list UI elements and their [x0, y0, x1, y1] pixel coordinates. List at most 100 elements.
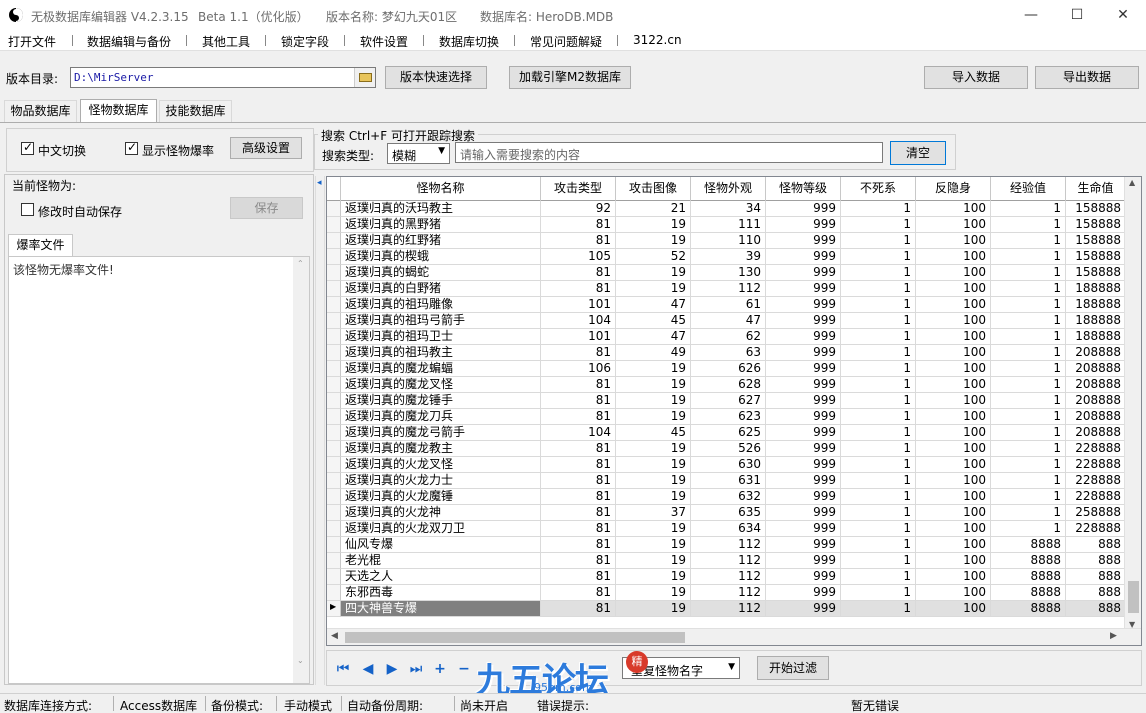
- table-row[interactable]: 返璞归真的黑野猪 81 19 111 999 1 100 1 158888: [327, 217, 1127, 233]
- row-header[interactable]: [327, 425, 341, 441]
- search-input[interactable]: 请输入需要搜索的内容: [455, 142, 883, 163]
- table-row[interactable]: 返璞归真的魔龙弓箭手 104 45 625 999 1 100 1 208888: [327, 425, 1127, 441]
- grid-cell[interactable]: 47: [691, 313, 766, 329]
- grid-cell[interactable]: 19: [616, 585, 691, 601]
- grid-cell[interactable]: 21: [616, 201, 691, 217]
- table-row[interactable]: 返璞归真的火龙神 81 37 635 999 1 100 1 258888: [327, 505, 1127, 521]
- grid-cell[interactable]: 19: [616, 409, 691, 425]
- row-header[interactable]: [327, 297, 341, 313]
- grid-cell[interactable]: 228888: [1066, 521, 1126, 537]
- grid-cell[interactable]: 19: [616, 473, 691, 489]
- grid-hscroll-thumb[interactable]: [345, 632, 685, 643]
- tab-drop-file[interactable]: 爆率文件: [8, 234, 73, 256]
- monster-name-cell[interactable]: 返璞归真的火龙力士: [341, 473, 541, 489]
- grid-cell[interactable]: 1: [991, 297, 1066, 313]
- grid-cell[interactable]: 888: [1066, 537, 1126, 553]
- grid-cell[interactable]: 19: [616, 265, 691, 281]
- table-row[interactable]: 天选之人 81 19 112 999 1 100 8888 888: [327, 569, 1127, 585]
- dir-input[interactable]: D:\MirServer: [70, 67, 376, 88]
- grid-cell[interactable]: 1: [841, 585, 916, 601]
- grid-cell[interactable]: 631: [691, 473, 766, 489]
- grid-cell[interactable]: 999: [766, 473, 841, 489]
- grid-cell[interactable]: 100: [916, 377, 991, 393]
- grid-cell[interactable]: 106: [541, 361, 616, 377]
- grid-cell[interactable]: 81: [541, 585, 616, 601]
- grid-cell[interactable]: 1: [841, 345, 916, 361]
- grid-cell[interactable]: 62: [691, 329, 766, 345]
- grid-cell[interactable]: 100: [916, 537, 991, 553]
- grid-cell[interactable]: 19: [616, 569, 691, 585]
- table-row[interactable]: 返璞归真的火龙力士 81 19 631 999 1 100 1 228888: [327, 473, 1127, 489]
- grid-cell[interactable]: 1: [991, 361, 1066, 377]
- grid-cell[interactable]: 1: [991, 281, 1066, 297]
- grid-cell[interactable]: 158888: [1066, 201, 1126, 217]
- first-record-icon[interactable]: ⏮: [336, 662, 350, 676]
- column-header[interactable]: 反隐身: [916, 177, 991, 201]
- table-row[interactable]: 返璞归真的火龙叉怪 81 19 630 999 1 100 1 228888: [327, 457, 1127, 473]
- monster-name-cell[interactable]: 返璞归真的魔龙叉怪: [341, 377, 541, 393]
- grid-cell[interactable]: 999: [766, 345, 841, 361]
- grid-cell[interactable]: 999: [766, 313, 841, 329]
- grid-cell[interactable]: 19: [616, 377, 691, 393]
- grid-cell[interactable]: 81: [541, 601, 616, 617]
- column-header[interactable]: 怪物名称: [341, 177, 541, 201]
- row-header[interactable]: [327, 217, 341, 233]
- grid-cell[interactable]: 81: [541, 217, 616, 233]
- panel-splitter[interactable]: ◂: [315, 176, 325, 685]
- grid-cell[interactable]: 999: [766, 233, 841, 249]
- table-row[interactable]: 返璞归真的魔龙蝙蝠 106 19 626 999 1 100 1 208888: [327, 361, 1127, 377]
- grid-cell[interactable]: 100: [916, 553, 991, 569]
- grid-cell[interactable]: 999: [766, 585, 841, 601]
- export-button[interactable]: 导出数据: [1035, 66, 1139, 89]
- menu-db-switch[interactable]: 数据库切换: [439, 33, 499, 50]
- add-record-icon[interactable]: +: [433, 662, 447, 676]
- grid-cell[interactable]: 112: [691, 601, 766, 617]
- row-header[interactable]: [327, 521, 341, 537]
- table-row[interactable]: 返璞归真的火龙魔锤 81 19 632 999 1 100 1 228888: [327, 489, 1127, 505]
- column-header[interactable]: 怪物等级: [766, 177, 841, 201]
- monster-name-cell[interactable]: 返璞归真的祖玛弓箭手: [341, 313, 541, 329]
- grid-cell[interactable]: 228888: [1066, 457, 1126, 473]
- grid-cell[interactable]: 100: [916, 393, 991, 409]
- menu-site-link[interactable]: 3122.cn: [633, 33, 682, 47]
- grid-cell[interactable]: 1: [841, 569, 916, 585]
- row-header[interactable]: [327, 473, 341, 489]
- tab-monsters[interactable]: 怪物数据库: [80, 99, 157, 123]
- grid-cell[interactable]: 49: [616, 345, 691, 361]
- grid-cell[interactable]: 228888: [1066, 489, 1126, 505]
- grid-cell[interactable]: 100: [916, 361, 991, 377]
- grid-cell[interactable]: 999: [766, 217, 841, 233]
- grid-cell[interactable]: 8888: [991, 537, 1066, 553]
- grid-cell[interactable]: 81: [541, 345, 616, 361]
- grid-cell[interactable]: 81: [541, 393, 616, 409]
- grid-cell[interactable]: 208888: [1066, 361, 1126, 377]
- table-row[interactable]: 返璞归真的白野猪 81 19 112 999 1 100 1 188888: [327, 281, 1127, 297]
- grid-cell[interactable]: 8888: [991, 585, 1066, 601]
- last-record-icon[interactable]: ⏭: [409, 662, 423, 676]
- column-header[interactable]: 攻击图像: [616, 177, 691, 201]
- grid-cell[interactable]: 999: [766, 393, 841, 409]
- row-header[interactable]: [327, 393, 341, 409]
- monster-name-cell[interactable]: 仙风专爆: [341, 537, 541, 553]
- grid-cell[interactable]: 999: [766, 281, 841, 297]
- grid-cell[interactable]: 1: [841, 409, 916, 425]
- grid-cell[interactable]: 158888: [1066, 217, 1126, 233]
- row-header[interactable]: ▶: [327, 601, 341, 617]
- grid-cell[interactable]: 258888: [1066, 505, 1126, 521]
- grid-cell[interactable]: 1: [841, 553, 916, 569]
- grid-cell[interactable]: 1: [991, 201, 1066, 217]
- grid-cell[interactable]: 888: [1066, 585, 1126, 601]
- grid-cell[interactable]: 100: [916, 521, 991, 537]
- table-row[interactable]: 返璞归真的祖玛教主 81 49 63 999 1 100 1 208888: [327, 345, 1127, 361]
- monster-name-cell[interactable]: 返璞归真的黑野猪: [341, 217, 541, 233]
- grid-cell[interactable]: 228888: [1066, 473, 1126, 489]
- grid-cell[interactable]: 999: [766, 441, 841, 457]
- grid-cell[interactable]: 61: [691, 297, 766, 313]
- grid-cell[interactable]: 635: [691, 505, 766, 521]
- grid-cell[interactable]: 158888: [1066, 265, 1126, 281]
- grid-cell[interactable]: 999: [766, 409, 841, 425]
- monster-name-cell[interactable]: 返璞归真的魔龙刀兵: [341, 409, 541, 425]
- tab-skills[interactable]: 技能数据库: [159, 100, 232, 122]
- monster-name-cell[interactable]: 返璞归真的红野猪: [341, 233, 541, 249]
- grid-cell[interactable]: 999: [766, 297, 841, 313]
